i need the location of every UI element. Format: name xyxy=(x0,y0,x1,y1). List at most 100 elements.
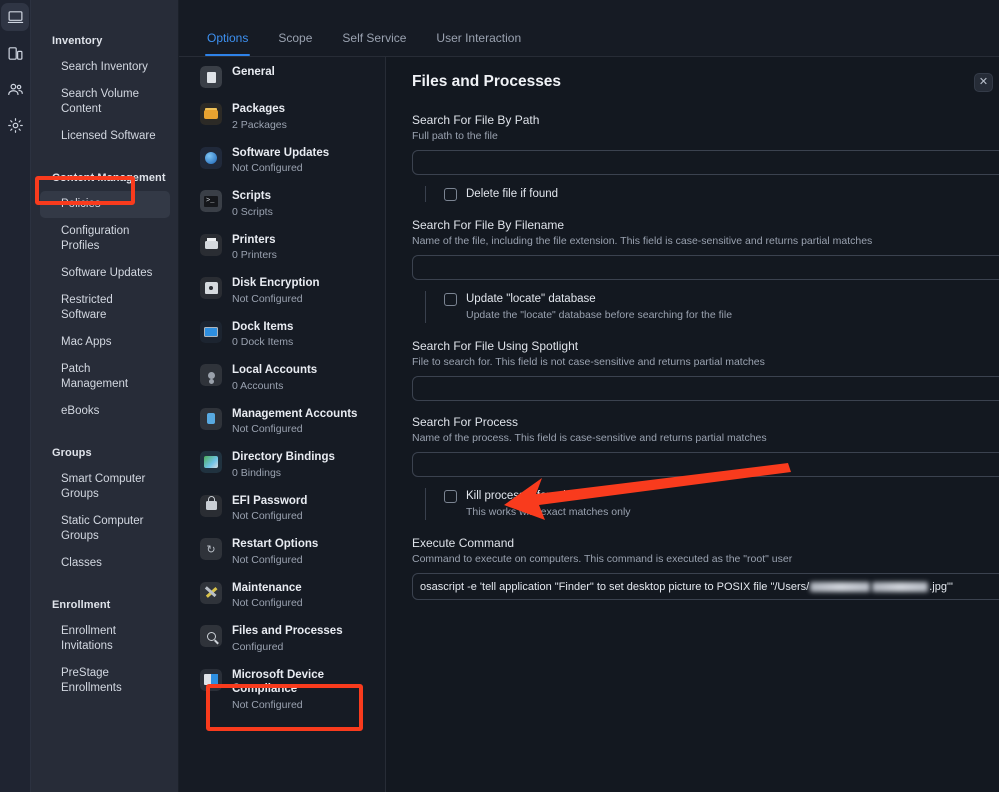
sidebar-item-restricted-software[interactable]: Restricted Software xyxy=(40,287,170,329)
payload-item-software-updates[interactable]: Software Updates Not Configured xyxy=(185,139,379,183)
payload-item-title: Microsoft Device Compliance xyxy=(232,668,325,696)
payload-item-restart-options[interactable]: ↻ Restart Options Not Configured xyxy=(185,530,379,574)
field-input[interactable] xyxy=(412,452,999,477)
execute-command-value-prefix: osascript -e 'tell application "Finder" … xyxy=(420,580,810,593)
payload-item-title: Dock Items xyxy=(232,320,294,333)
page-title: Files and Processes xyxy=(412,73,562,90)
tab-options[interactable]: Options xyxy=(204,31,251,56)
settings-gear-icon[interactable] xyxy=(1,111,29,139)
field-label: Search For File By Path xyxy=(412,113,540,127)
maintenance-icon xyxy=(200,581,222,604)
payload-item-printers[interactable]: Printers 0 Printers xyxy=(185,226,379,270)
main-content-pane: Files and Processes Search For File By P… xyxy=(386,0,999,792)
sidebar-item-mac-apps[interactable]: Mac Apps xyxy=(40,329,170,356)
field-input[interactable] xyxy=(412,255,999,280)
sidebar-group-title: Groups xyxy=(52,447,92,459)
sidebar-item-classes[interactable]: Classes xyxy=(40,550,170,577)
field-label: Search For File By Filename xyxy=(412,218,565,232)
payload-item-packages[interactable]: Packages 2 Packages xyxy=(185,95,379,139)
payload-item-title: Files and Processes xyxy=(232,625,343,637)
payload-item-disk-encryption[interactable]: Disk Encryption Not Configured xyxy=(185,269,379,313)
payload-item-microsoft-device-compliance[interactable]: Microsoft Device Compliance Not Configure… xyxy=(185,661,379,719)
form-field-execute-command: Execute Command Command to execute on com… xyxy=(412,536,999,600)
sidebar-item-enrollment-invitations[interactable]: Enrollment Invitations xyxy=(40,618,170,660)
directory-bindings-icon xyxy=(200,451,222,473)
sidebar-item-configuration-profiles[interactable]: Configuration Profiles xyxy=(40,218,170,260)
payload-item-status: 0 Dock Items xyxy=(232,336,294,348)
payload-item-status: 0 Scripts xyxy=(232,205,273,218)
payload-item-title: Packages xyxy=(232,103,286,115)
sidebar-item-prestage-enrollments[interactable]: PreStage Enrollments xyxy=(40,660,170,702)
payload-item-management-accounts[interactable]: Management Accounts Not Configured xyxy=(185,400,379,444)
checkbox-input[interactable] xyxy=(444,490,457,503)
tab-user-interaction[interactable]: User Interaction xyxy=(436,31,521,56)
redacted-text xyxy=(872,581,929,592)
printers-icon xyxy=(200,233,222,256)
form-field-search-for-process: Search For Process Name of the process. T… xyxy=(412,415,999,520)
mobile-devices-icon[interactable] xyxy=(1,39,29,67)
checkbox-row[interactable]: Delete file if found xyxy=(425,186,999,202)
form-field-search-for-file-using-spotlight: Search For File Using Spotlight File to s… xyxy=(412,339,999,401)
sidebar-divider xyxy=(31,577,178,590)
payload-item-efi-password[interactable]: EFI Password Not Configured xyxy=(185,487,379,531)
sidebar-divider xyxy=(31,150,178,163)
payload-item-status: Not Configured xyxy=(232,292,303,305)
field-input[interactable] xyxy=(412,150,999,175)
sidebar-group-title: Enrollment xyxy=(52,599,111,611)
sidebar-item-policies[interactable]: Policies xyxy=(40,191,170,218)
execute-command-help-text: Command to execute on computers. This co… xyxy=(412,553,793,565)
users-icon[interactable] xyxy=(1,75,29,103)
payload-item-files-and-processes[interactable]: Files and Processes Configured xyxy=(185,617,379,661)
execute-command-label: Execute Command xyxy=(412,536,515,550)
sidebar-item-ebooks[interactable]: eBooks xyxy=(40,398,170,425)
disk-encryption-icon xyxy=(200,277,222,299)
efi-password-icon xyxy=(200,494,222,517)
checkbox-help-text: This works with exact matches only xyxy=(466,506,631,518)
sidebar-item-search-volume-content[interactable]: Search Volume Content xyxy=(40,81,170,123)
checkbox-row[interactable]: Update "locate" database Update the "loca… xyxy=(425,291,999,323)
payload-item-title: General xyxy=(232,66,275,78)
sidebar-item-static-computer-groups[interactable]: Static Computer Groups xyxy=(40,508,170,550)
execute-command-input[interactable]: osascript -e 'tell application "Finder" … xyxy=(412,573,999,600)
checkbox-help-text: Update the "locate" database before sear… xyxy=(466,309,733,321)
scripts-icon: >_ xyxy=(200,190,222,212)
payload-item-status: Not Configured xyxy=(232,162,303,174)
tab-self-service[interactable]: Self Service xyxy=(342,31,406,56)
payload-item-scripts[interactable]: >_ Scripts 0 Scripts xyxy=(185,182,379,226)
sidebar-item-software-updates[interactable]: Software Updates xyxy=(40,260,170,287)
sidebar-item-smart-computer-groups[interactable]: Smart Computer Groups xyxy=(40,466,170,508)
checkbox-row[interactable]: Kill process if found This works with exa… xyxy=(425,488,999,520)
payload-item-title: Restart Options xyxy=(232,538,319,550)
payload-item-status: Not Configured xyxy=(232,597,303,609)
payload-item-status: 0 Accounts xyxy=(232,379,284,392)
payload-item-local-accounts[interactable]: Local Accounts 0 Accounts xyxy=(185,356,379,400)
software-updates-icon xyxy=(200,146,222,169)
payload-item-status: Not Configured xyxy=(232,698,303,711)
payload-item-title: Disk Encryption xyxy=(232,277,320,289)
navigation-sidebar: Inventory Search Inventory Search Volume C… xyxy=(31,0,179,792)
computers-icon[interactable] xyxy=(1,3,29,31)
payload-item-maintenance[interactable]: Maintenance Not Configured xyxy=(185,574,379,618)
execute-command-value-suffix: .jpg"' xyxy=(929,580,953,593)
redacted-text xyxy=(810,581,871,592)
dock-items-icon xyxy=(200,320,222,343)
local-accounts-icon xyxy=(200,364,222,386)
sidebar-group-title: Content Management xyxy=(52,172,166,184)
payload-item-general[interactable]: General xyxy=(185,58,379,95)
payload-item-status: 0 Printers xyxy=(232,249,277,261)
payload-list: General Packages 2 Packages Software Update… xyxy=(179,0,386,792)
form-field-search-for-file-by-filename: Search For File By Filename Name of the f… xyxy=(412,218,999,323)
checkbox-input[interactable] xyxy=(444,293,457,306)
checkbox-input[interactable] xyxy=(444,188,457,201)
field-input[interactable] xyxy=(412,376,999,401)
close-panel-button[interactable]: ✕ xyxy=(974,73,993,92)
sidebar-item-search-inventory[interactable]: Search Inventory xyxy=(40,54,170,81)
payload-item-directory-bindings[interactable]: Directory Bindings 0 Bindings xyxy=(185,443,379,487)
sidebar-item-licensed-software[interactable]: Licensed Software xyxy=(40,123,170,150)
payload-item-status: Not Configured xyxy=(232,423,303,435)
tab-scope[interactable]: Scope xyxy=(278,31,312,56)
files-and-processes-icon xyxy=(200,625,222,647)
primary-icon-rail xyxy=(0,0,31,792)
sidebar-item-patch-management[interactable]: Patch Management xyxy=(40,356,170,398)
payload-item-dock-items[interactable]: Dock Items 0 Dock Items xyxy=(185,313,379,357)
